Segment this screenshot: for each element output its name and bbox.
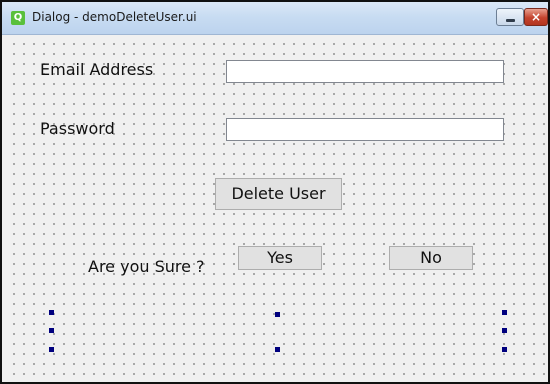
no-button[interactable]: No [389,246,473,270]
selection-handle-top[interactable] [275,312,280,317]
form-canvas[interactable]: Email Address Password Delete User Are y… [6,36,548,380]
selection-handle-bottom-right[interactable] [502,347,507,352]
selection-handle-bottom[interactable] [275,347,280,352]
selection-handle-top-right[interactable] [502,310,507,315]
minimize-button[interactable] [496,8,524,26]
dialog-window: Q Dialog - demoDeleteUser.ui × Email Add… [0,0,550,384]
delete-user-button[interactable]: Delete User [215,178,342,210]
close-icon: × [530,10,542,24]
close-button[interactable]: × [524,8,548,26]
selection-handle-left[interactable] [49,328,54,333]
minimize-icon [506,19,515,22]
selection-handle-bottom-left[interactable] [49,347,54,352]
title-bar[interactable]: Q Dialog - demoDeleteUser.ui × [2,2,548,35]
yes-button[interactable]: Yes [238,246,322,270]
qt-app-icon: Q [11,11,25,25]
password-field[interactable] [226,118,504,141]
password-label: Password [40,119,115,138]
email-field[interactable] [226,60,504,83]
selection-handle-top-left[interactable] [49,310,54,315]
confirm-label: Are you Sure ? [88,257,205,276]
window-title: Dialog - demoDeleteUser.ui [32,10,197,24]
selection-handle-right[interactable] [502,328,507,333]
email-label: Email Address [40,60,154,79]
